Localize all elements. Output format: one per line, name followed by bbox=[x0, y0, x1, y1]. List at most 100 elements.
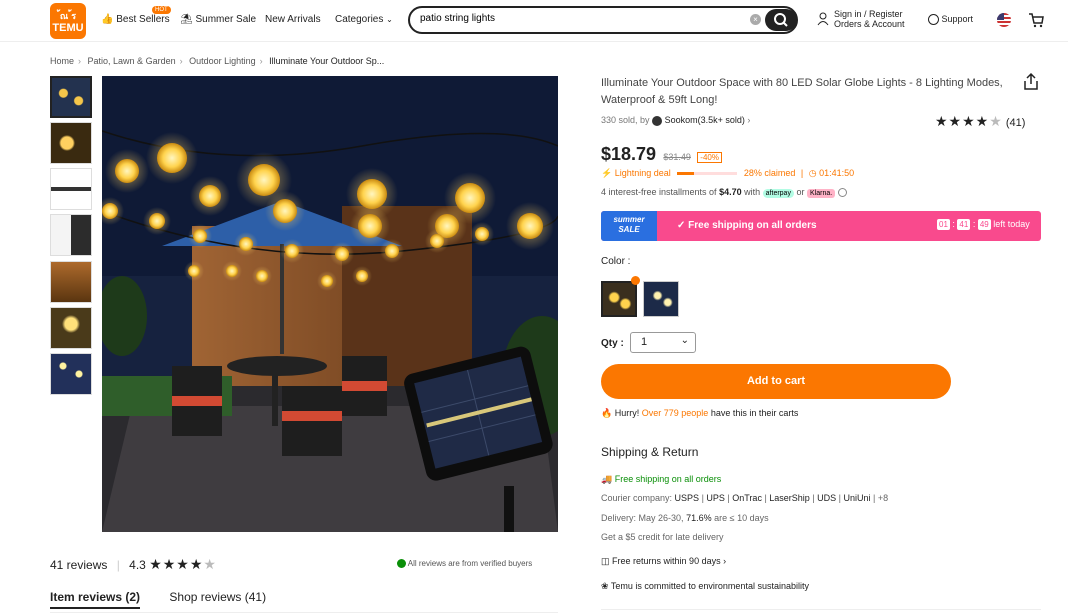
courier-uniuni: UniUni bbox=[843, 493, 871, 503]
nav-new-arrivals[interactable]: New Arrivals bbox=[265, 14, 321, 25]
delivery-dates: May 26-30, bbox=[638, 513, 684, 523]
courier-lasership: LaserShip bbox=[769, 493, 810, 503]
divider bbox=[601, 609, 1041, 610]
or-text: or bbox=[796, 187, 805, 197]
breadcrumb-home[interactable]: Home bbox=[50, 56, 74, 66]
us-flag-icon[interactable] bbox=[997, 13, 1011, 27]
rating-stars-icon: ★★★★★ bbox=[935, 113, 1003, 129]
nav-label: Summer Sale bbox=[195, 14, 257, 25]
courier-usps: USPS bbox=[674, 493, 700, 503]
quantity-select[interactable]: 1 ⌄ bbox=[630, 332, 696, 353]
original-price: $31.49 bbox=[663, 152, 691, 162]
share-icon[interactable] bbox=[1022, 72, 1040, 92]
search-icon bbox=[774, 13, 788, 27]
thumbs-up-icon: 👍 bbox=[101, 14, 114, 25]
chevron-right-icon: › bbox=[747, 115, 751, 125]
temu-logo[interactable]: ้ณ ้ร TEMU bbox=[50, 3, 86, 39]
tab-shop-reviews[interactable]: Shop reviews (41) bbox=[169, 590, 266, 604]
courier-ups: UPS bbox=[706, 493, 725, 503]
qty-value: 1 bbox=[641, 336, 648, 348]
thumbnail-3[interactable] bbox=[50, 168, 92, 210]
installments-with: with bbox=[744, 187, 761, 197]
logo-glyphs: ้ณ ้ร bbox=[59, 11, 77, 21]
search-bar: × bbox=[408, 6, 798, 34]
breadcrumb-outdoor-lighting[interactable]: Outdoor Lighting bbox=[189, 56, 256, 66]
nav-summer-sale[interactable]: ⛱ Summer Sale bbox=[180, 14, 256, 25]
klarna-badge[interactable]: Klarna. bbox=[807, 189, 836, 198]
thumbnail-1[interactable] bbox=[50, 76, 92, 118]
patio-lights-scene bbox=[102, 76, 558, 532]
clear-search-icon[interactable]: × bbox=[750, 14, 761, 25]
main-product-image[interactable] bbox=[102, 76, 558, 532]
banner-timer: 01 : 41 : 49 left today bbox=[937, 219, 1030, 230]
flame-icon: 🔥 bbox=[601, 408, 613, 418]
banner-free-shipping: ✓ Free shipping on all orders bbox=[677, 220, 817, 231]
support-label: Support bbox=[941, 14, 974, 24]
search-input[interactable] bbox=[420, 13, 740, 24]
lightning-deal: ⚡ Lightning deal 28% claimed | ◷ 01:41:5… bbox=[601, 168, 855, 178]
courier-row: Courier company: USPS | UPS | OnTrac | L… bbox=[601, 493, 889, 503]
claimed-text: 28% claimed bbox=[743, 168, 796, 178]
add-to-cart-button[interactable]: Add to cart bbox=[601, 364, 951, 399]
logo-text: TEMU bbox=[52, 22, 84, 34]
account-menu[interactable]: Sign in / Register Orders & Account bbox=[817, 9, 905, 29]
banner-text: Free shipping on all orders bbox=[688, 220, 817, 231]
breadcrumb-patio[interactable]: Patio, Lawn & Garden bbox=[88, 56, 176, 66]
breadcrumb-current: Illuminate Your Outdoor Sp... bbox=[269, 56, 385, 66]
verified-text: All reviews are from verified buyers bbox=[407, 559, 533, 568]
sustainability-row[interactable]: ❀ Temu is committed to environmental sus… bbox=[601, 581, 809, 592]
qty-label: Qty : bbox=[601, 338, 624, 349]
tab-item-reviews[interactable]: Item reviews (2) bbox=[50, 590, 141, 609]
free-shipping-row[interactable]: 🚚 Free shipping on all orders bbox=[601, 474, 721, 485]
sold-count: 330 sold, by bbox=[601, 115, 650, 125]
product-title: Illuminate Your Outdoor Space with 80 LE… bbox=[601, 77, 1003, 106]
price-block: $18.79 $31.49 -40% bbox=[601, 144, 722, 165]
hurry-note: 🔥 Hurry! Over 779 people have this in th… bbox=[601, 408, 798, 419]
free-returns-row[interactable]: ◫ Free returns within 90 days › bbox=[601, 556, 726, 567]
late-credit-text: Get a $5 credit for late delivery bbox=[601, 532, 724, 542]
truck-icon: 🚚 bbox=[601, 474, 613, 484]
afterpay-badge[interactable]: afterpay bbox=[762, 189, 794, 198]
chevron-right-icon: › bbox=[723, 556, 727, 566]
courier-uds: UDS bbox=[817, 493, 837, 503]
thumbnail-6[interactable] bbox=[50, 307, 92, 349]
nav-best-sellers[interactable]: 👍 Best Sellers bbox=[101, 14, 170, 25]
signin-label: Sign in / Register bbox=[834, 9, 903, 19]
thumbnail-5[interactable] bbox=[50, 261, 92, 303]
tag-line2: SALE bbox=[618, 225, 640, 234]
timer-seconds: 49 bbox=[977, 219, 991, 230]
delivery-row: Delivery: May 26-30, 71.6% are ≤ 10 days bbox=[601, 513, 769, 523]
thumbnail-7[interactable] bbox=[50, 353, 92, 395]
thumbnail-4[interactable] bbox=[50, 214, 92, 256]
deal-label: Lightning deal bbox=[614, 168, 671, 178]
search-button[interactable] bbox=[765, 9, 797, 31]
summer-sale-tag: summer SALE bbox=[601, 211, 657, 241]
color-label: Color : bbox=[601, 256, 631, 267]
return-box-icon: ◫ bbox=[601, 556, 610, 566]
installments-text: 4 interest-free installments of bbox=[601, 187, 717, 197]
leaf-icon: ❀ bbox=[601, 581, 609, 591]
clock-icon: ◷ bbox=[808, 168, 817, 178]
hurry-count: Over 779 people bbox=[641, 408, 709, 418]
reviews-summary: 41 reviews | 4.3 ★★★★★ bbox=[50, 556, 217, 572]
thumbnail-2[interactable] bbox=[50, 122, 92, 164]
seller-avatar bbox=[652, 115, 663, 126]
review-count: 41 reviews bbox=[50, 558, 108, 572]
nav-categories[interactable]: Categories ⌄ bbox=[335, 14, 393, 25]
nav-label: Categories bbox=[335, 14, 384, 25]
chevron-down-icon: ⌄ bbox=[680, 335, 689, 346]
color-swatch-multi[interactable] bbox=[643, 281, 679, 317]
review-score: 4.3 bbox=[129, 558, 146, 572]
timer-hours: 01 bbox=[937, 219, 950, 230]
delivery-percent: 71.6% bbox=[686, 513, 712, 523]
cart-icon[interactable] bbox=[1028, 12, 1044, 28]
info-icon[interactable] bbox=[837, 188, 847, 198]
product-rating[interactable]: ★★★★★ (41) bbox=[935, 113, 1025, 130]
shield-check-icon bbox=[397, 559, 406, 569]
breadcrumb: Home › Patio, Lawn & Garden › Outdoor Ligh… bbox=[50, 56, 385, 66]
support-link[interactable]: Support bbox=[928, 14, 974, 26]
installments: 4 interest-free installments of $4.70 wi… bbox=[601, 187, 847, 198]
color-swatch-warm[interactable] bbox=[601, 281, 637, 317]
hot-badge: HOT bbox=[152, 6, 171, 14]
seller-link[interactable]: Sookom(3.5k+ sold) bbox=[665, 115, 745, 125]
